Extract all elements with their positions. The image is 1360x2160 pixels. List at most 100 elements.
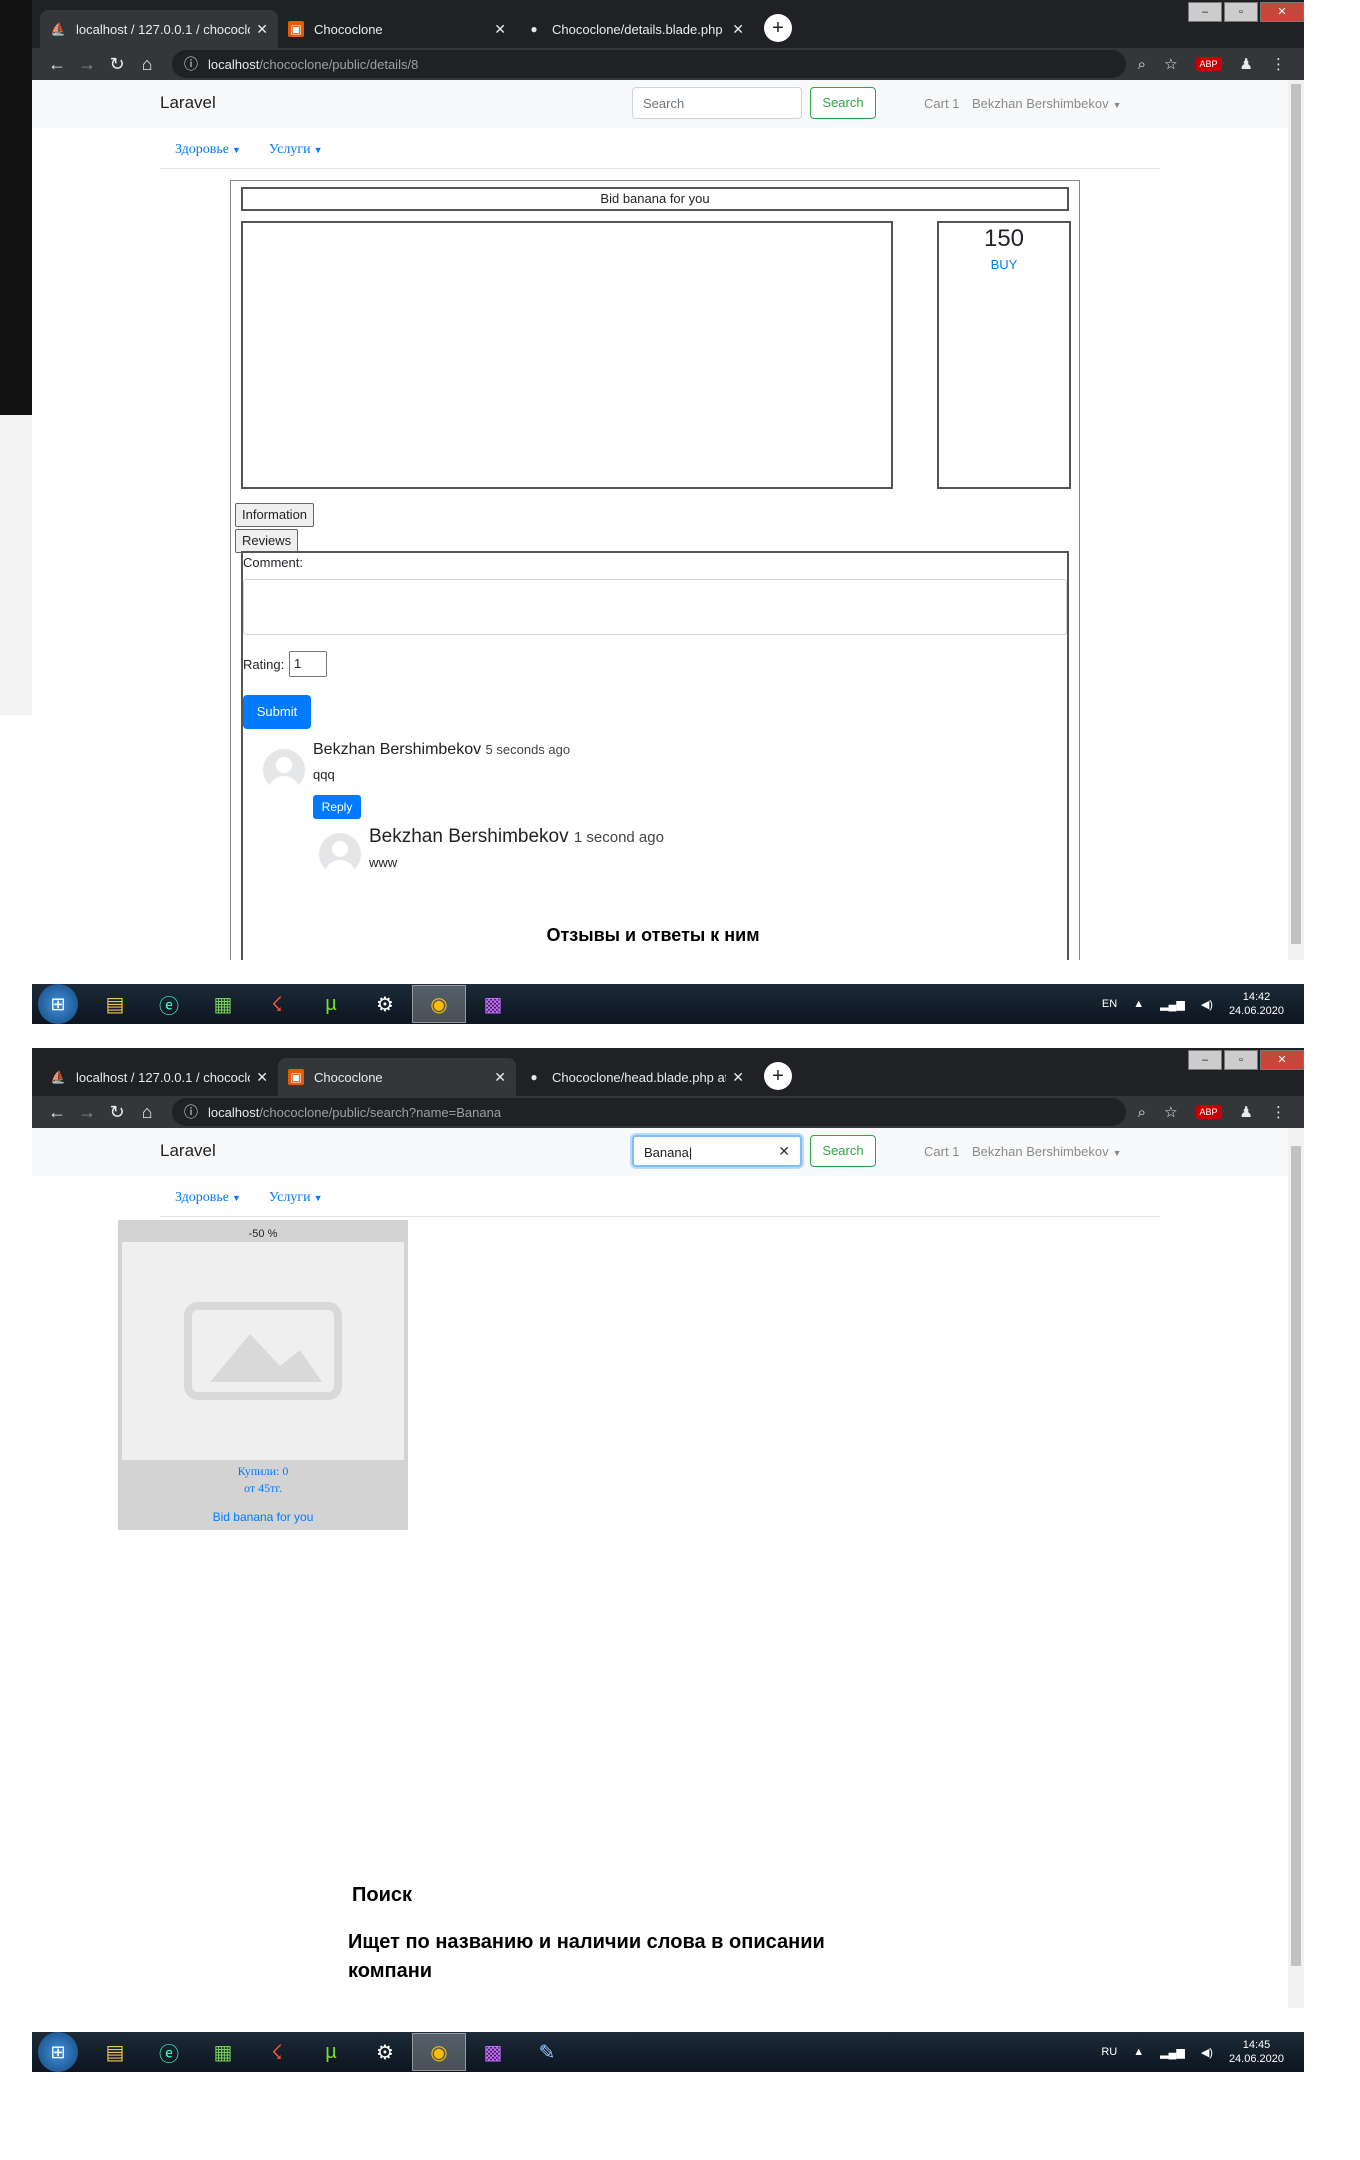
abp-icon[interactable]: ABP [1195,1105,1222,1119]
explorer-icon[interactable]: ▤ [88,985,142,1023]
user-dropdown[interactable]: Bekzhan Bershimbekov ▼ [972,1144,1122,1159]
info-icon[interactable]: ⓘ [184,54,198,74]
url-input[interactable]: ⓘ localhost/chococlone/public/details/8 [172,50,1126,78]
browser-tab-github[interactable]: ● Chococlone/details.blade.php at ✕ [516,10,754,48]
zoom-icon[interactable]: ⌕ [1138,56,1146,73]
product-image [241,221,893,489]
phpstorm-icon[interactable]: ▩ [466,2033,520,2071]
category-dropdown-services[interactable]: Услуги ▼ [269,1190,323,1206]
menu-icon[interactable]: ⋮ [1271,55,1286,73]
window-controls: – ▫ ✕ [1188,2,1304,22]
browser-tab-phpmyadmin[interactable]: ⛵ localhost / 127.0.0.1 / chococlon ✕ [40,10,278,48]
buy-link[interactable]: BUY [939,257,1069,272]
search-button[interactable]: Search [810,1135,876,1167]
url-input[interactable]: ⓘ localhost/chococlone/public/search?nam… [172,1098,1126,1126]
category-dropdown-health[interactable]: Здоровье ▼ [175,1190,241,1206]
menu-icon[interactable]: ⋮ [1271,1103,1286,1121]
eset-icon[interactable]: ⓔ [142,985,196,1023]
abp-icon[interactable]: ABP [1195,57,1222,71]
user-dropdown[interactable]: Bekzhan Bershimbekov ▼ [972,96,1122,111]
tray-arrow-icon[interactable]: ▲ [1133,2046,1144,2058]
new-tab-button[interactable]: + [764,14,792,42]
forward-icon[interactable]: → [72,54,102,75]
chrome-icon[interactable]: ◉ [412,985,466,1023]
category-dropdown-health[interactable]: Здоровье ▼ [175,142,241,158]
paint-icon[interactable]: ✎ [520,2033,574,2071]
minimize-icon[interactable]: – [1188,1050,1222,1070]
steam-icon[interactable]: ⚙ [358,985,412,1023]
info-icon[interactable]: ⓘ [184,1102,198,1122]
chrome-icon[interactable]: ◉ [412,2033,466,2071]
clock[interactable]: 14:42 24.06.2020 [1229,990,1284,1018]
minimize-icon[interactable]: – [1188,2,1222,22]
site-brand[interactable]: Laravel [160,93,216,113]
site-brand[interactable]: Laravel [160,1141,216,1161]
search-input[interactable]: Search [632,87,802,119]
comment-time: 5 seconds ago [485,742,571,757]
language-indicator[interactable]: RU [1101,2046,1117,2058]
browser-tab-github[interactable]: ● Chococlone/head.blade.php at m ✕ [516,1058,754,1096]
utorrent-icon[interactable]: µ [304,2033,358,2071]
ccleaner-icon[interactable]: ☇ [250,985,304,1023]
start-button[interactable]: ⊞ [38,2032,78,2072]
close-icon[interactable]: ✕ [494,1069,506,1086]
close-icon[interactable]: ✕ [256,21,268,38]
close-icon[interactable]: ✕ [732,1069,744,1086]
minecraft-icon[interactable]: ▦ [196,2033,250,2071]
close-icon[interactable]: ✕ [494,21,506,38]
close-window-icon[interactable]: ✕ [1260,1050,1304,1070]
star-icon[interactable]: ☆ [1164,55,1177,73]
reload-icon[interactable]: ↻ [102,54,132,75]
explorer-icon[interactable]: ▤ [88,2033,142,2071]
back-icon[interactable]: ← [42,54,72,75]
forward-icon[interactable]: → [72,1102,102,1123]
steam-icon[interactable]: ⚙ [358,2033,412,2071]
star-icon[interactable]: ☆ [1164,1103,1177,1121]
clear-search-icon[interactable]: ✕ [778,1143,790,1160]
new-tab-button[interactable]: + [764,1062,792,1090]
rating-input[interactable]: 1 [289,651,327,677]
search-result-card[interactable]: -50 % Купили: 0 от 45тг. Bid banana for … [118,1220,408,1530]
close-icon[interactable]: ✕ [256,1069,268,1086]
browser-tab-chococlone[interactable]: ▣ Chococlone ✕ [278,1058,516,1096]
minecraft-icon[interactable]: ▦ [196,985,250,1023]
zoom-icon[interactable]: ⌕ [1138,1104,1146,1121]
extension-icon[interactable]: ♟ [1240,55,1253,73]
cart-link[interactable]: Cart 1 [924,96,959,111]
page-scrollbar[interactable] [1288,80,1304,960]
ccleaner-icon[interactable]: ☇ [250,2033,304,2071]
cart-link[interactable]: Cart 1 [924,1144,959,1159]
tab-reviews[interactable]: Reviews [235,529,299,553]
close-window-icon[interactable]: ✕ [1260,2,1304,22]
tray-arrow-icon[interactable]: ▲ [1133,998,1144,1010]
browser-tab-chococlone[interactable]: ▣ Chococlone ✕ [278,10,516,48]
reload-icon[interactable]: ↻ [102,1102,132,1123]
category-dropdown-services[interactable]: Услуги ▼ [269,142,323,158]
start-button[interactable]: ⊞ [38,984,78,1024]
page-scrollbar[interactable] [1288,1128,1304,2008]
volume-icon[interactable]: ◀) [1201,998,1213,1011]
signal-icon[interactable]: ▂▄▆ [1160,998,1185,1011]
eset-icon[interactable]: ⓔ [142,2033,196,2071]
reply-button[interactable]: Reply [313,795,361,819]
home-icon[interactable]: ⌂ [132,54,162,75]
phpstorm-icon[interactable]: ▩ [466,985,520,1023]
home-icon[interactable]: ⌂ [132,1102,162,1123]
comment-textarea[interactable] [243,579,1067,635]
volume-icon[interactable]: ◀) [1201,2046,1213,2059]
search-button[interactable]: Search [810,87,876,119]
language-indicator[interactable]: EN [1102,998,1117,1010]
tab-information[interactable]: Information [235,503,315,527]
clock[interactable]: 14:45 24.06.2020 [1229,2038,1284,2066]
utorrent-icon[interactable]: µ [304,985,358,1023]
back-icon[interactable]: ← [42,1102,72,1123]
close-icon[interactable]: ✕ [732,21,744,38]
product-name-link[interactable]: Bid banana for you [118,1510,408,1524]
signal-icon[interactable]: ▂▄▆ [1160,2046,1185,2059]
browser-tab-phpmyadmin[interactable]: ⛵ localhost / 127.0.0.1 / chococlon ✕ [40,1058,278,1096]
extension-icon[interactable]: ♟ [1240,1103,1253,1121]
submit-button[interactable]: Submit [243,695,311,729]
maximize-icon[interactable]: ▫ [1224,1050,1258,1070]
search-input[interactable]: Banana| ✕ [632,1135,802,1167]
maximize-icon[interactable]: ▫ [1224,2,1258,22]
